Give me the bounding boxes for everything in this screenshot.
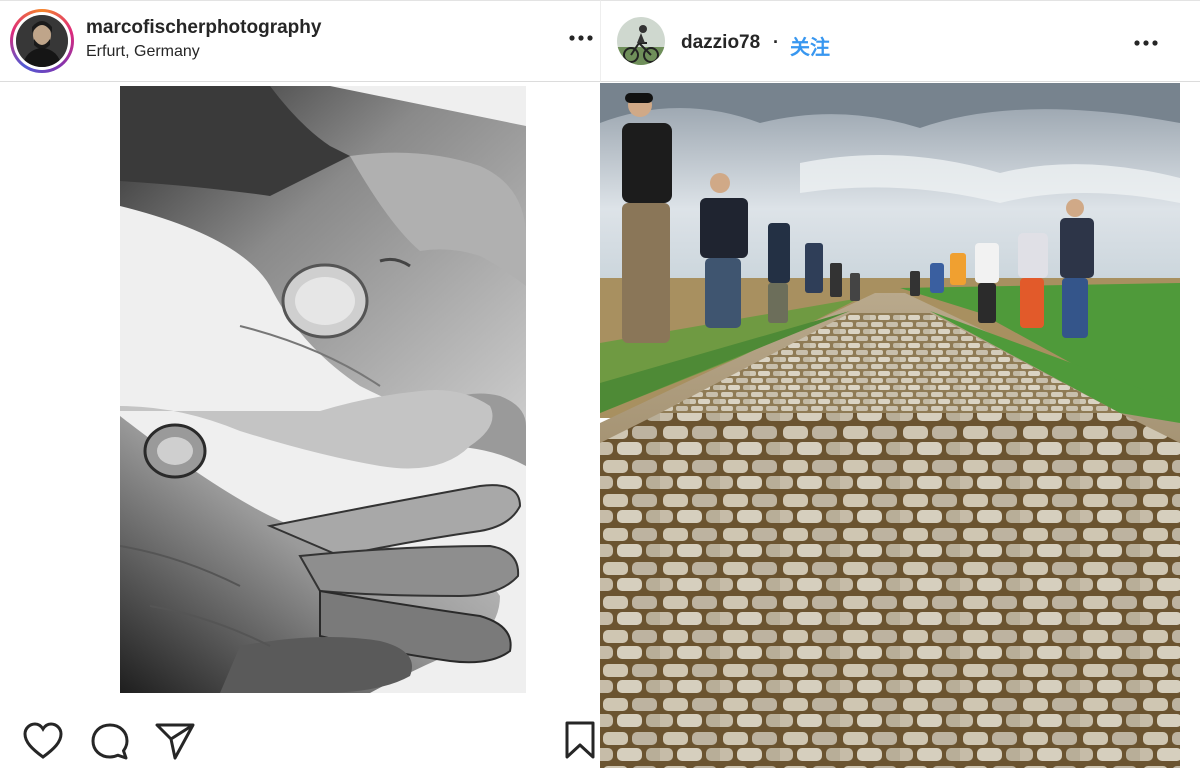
location-link[interactable]: Erfurt, Germany — [86, 43, 200, 61]
post-image-cobblestones[interactable] — [600, 83, 1180, 768]
post-card-marcofischerphotography: marcofischerphotography Erfurt, Germany — [0, 0, 600, 768]
username[interactable]: marcofischerphotography — [86, 17, 321, 39]
heart-icon[interactable] — [22, 722, 64, 765]
follow-button[interactable]: 关注 — [790, 31, 830, 60]
profile-avatar[interactable] — [16, 15, 68, 67]
bookmark-icon[interactable] — [564, 720, 596, 765]
post-card-dazzio78: dazzio78 · 关注 — [600, 0, 1200, 768]
username[interactable]: dazzio78 — [681, 32, 760, 54]
cyclist-avatar[interactable] — [617, 17, 665, 65]
post-header: dazzio78 · 关注 — [600, 0, 1200, 82]
scroll-gutter — [1180, 83, 1200, 768]
more-horizontal-icon[interactable] — [568, 31, 594, 50]
post-header: marcofischerphotography Erfurt, Germany — [0, 0, 600, 82]
post-image-hands[interactable] — [120, 86, 526, 693]
more-horizontal-icon[interactable] — [1133, 36, 1159, 55]
separator-dot: · — [773, 32, 779, 52]
story-ring[interactable] — [10, 9, 74, 73]
share-icon[interactable] — [154, 722, 196, 765]
post-action-bar — [0, 700, 600, 768]
comment-icon[interactable] — [90, 722, 130, 765]
